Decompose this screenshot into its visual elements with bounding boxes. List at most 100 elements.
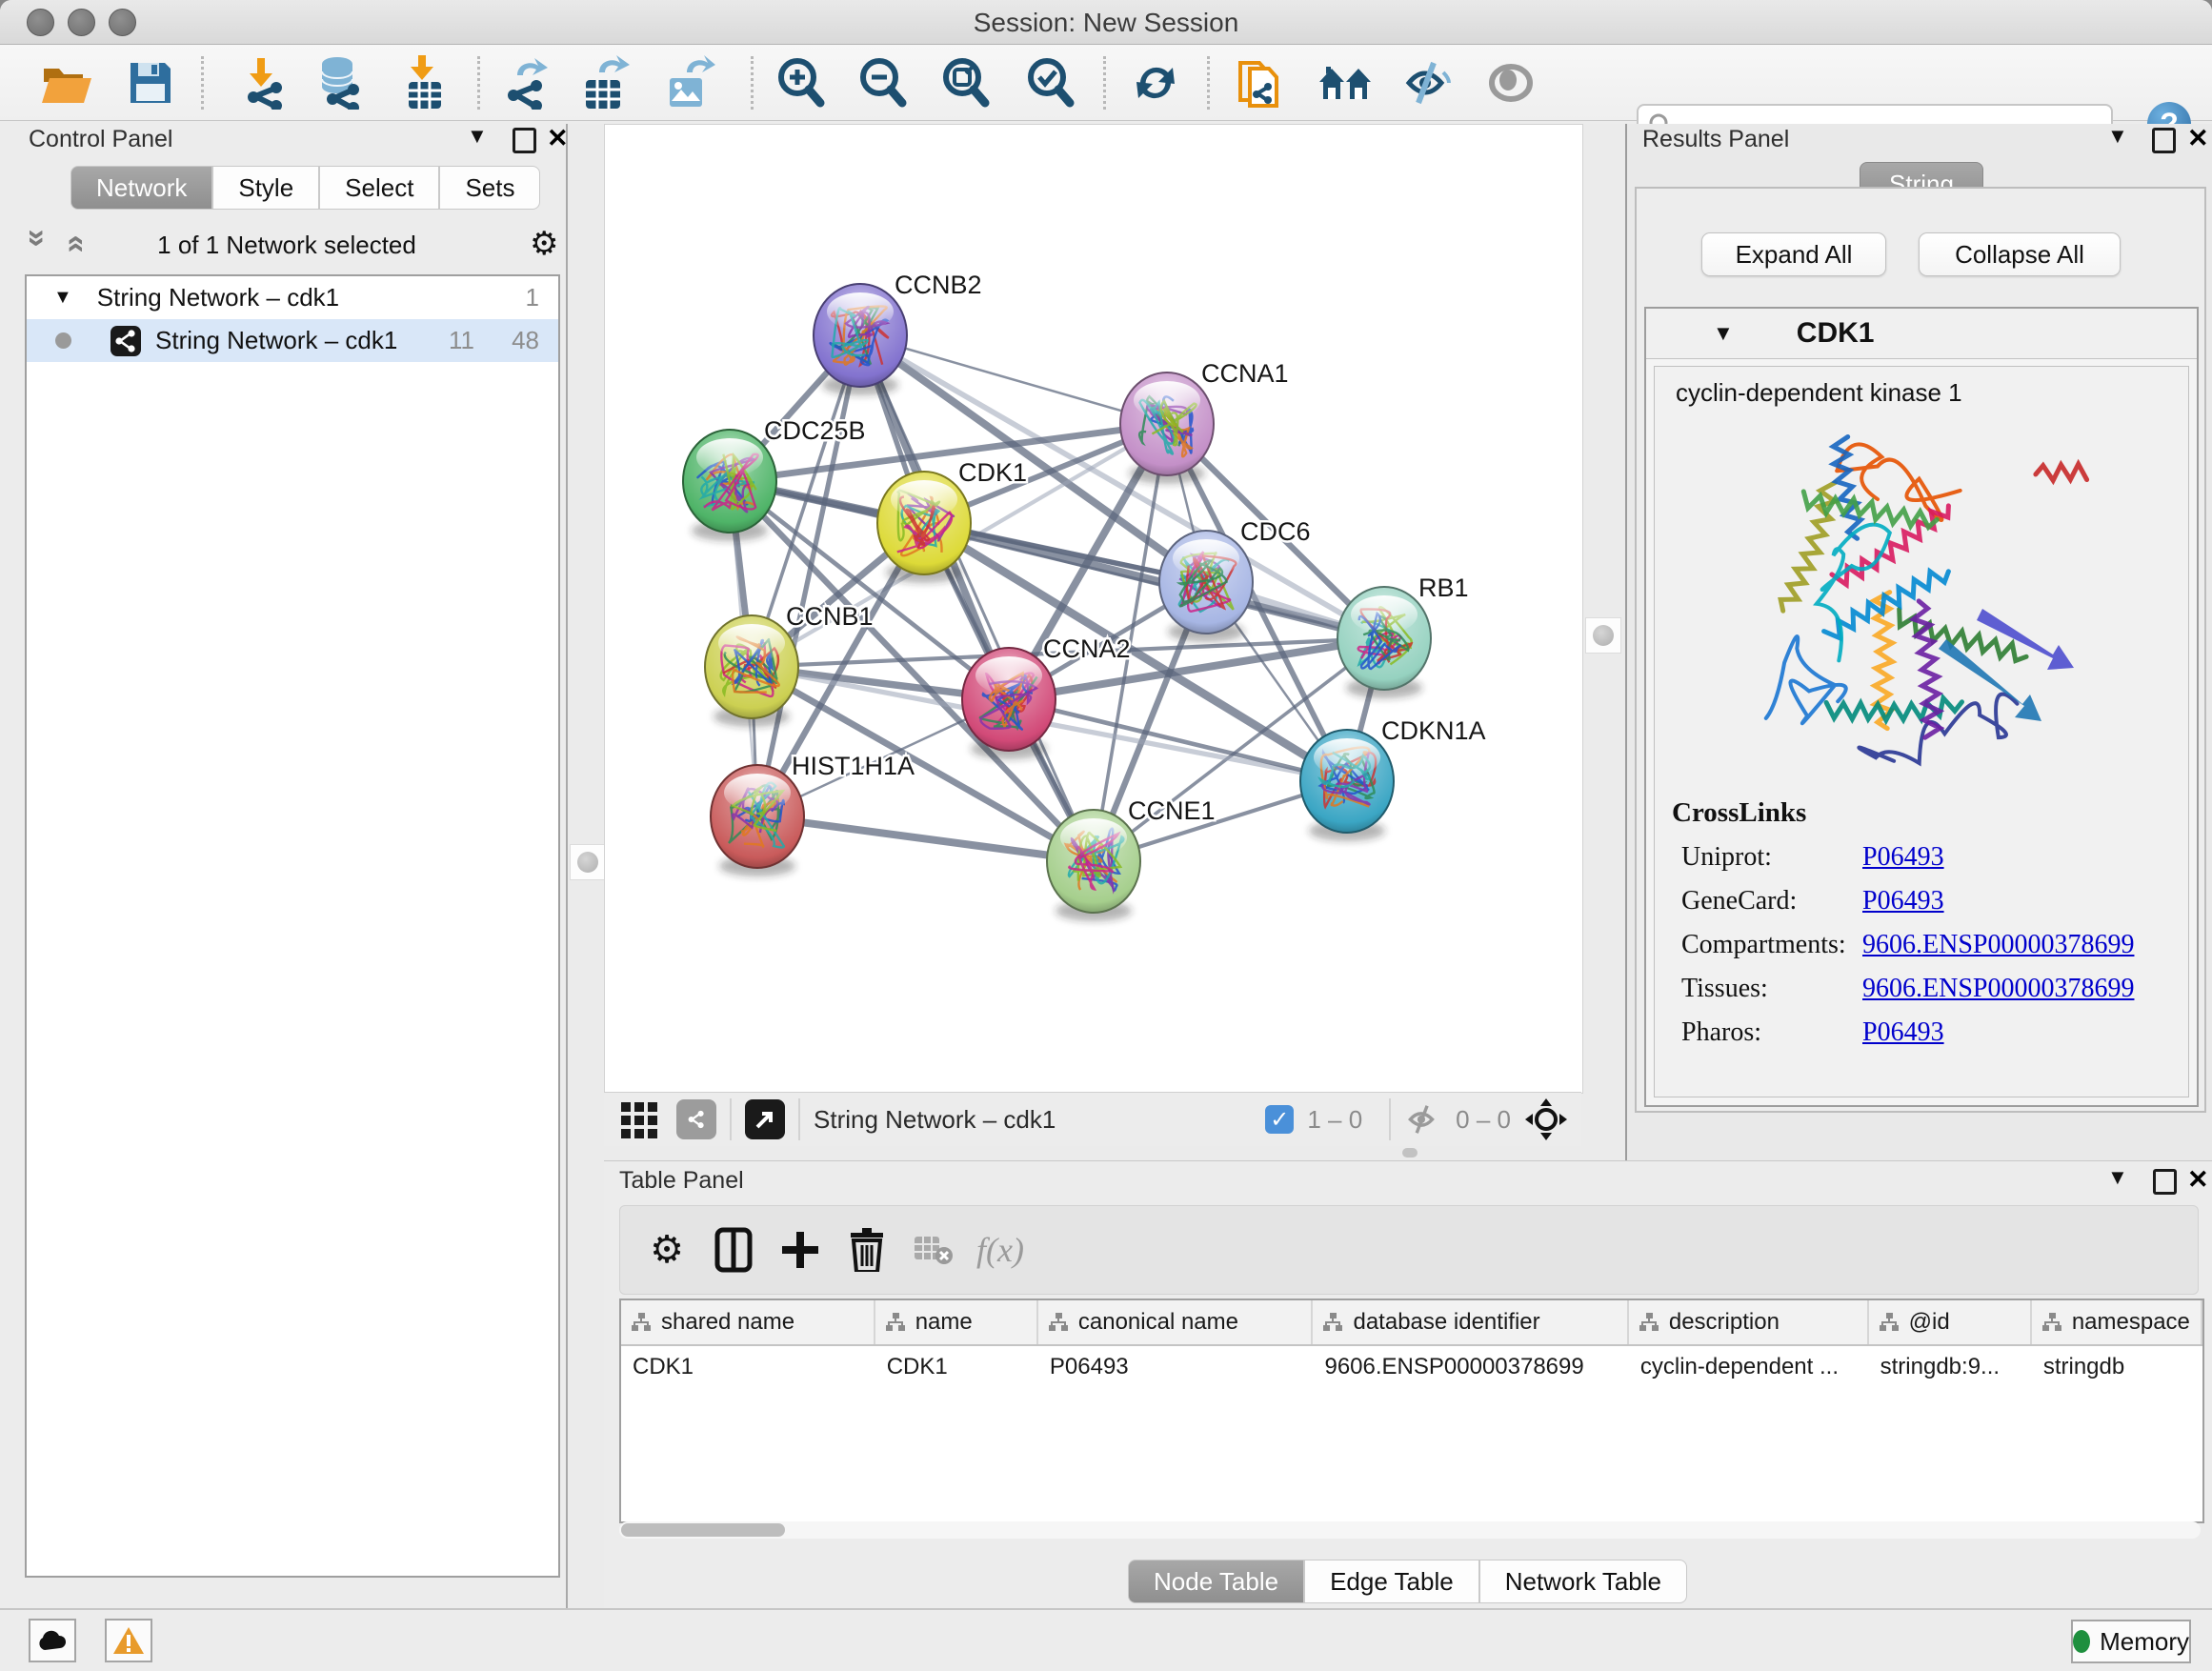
graph-node-CCNE1[interactable]: CCNE1 — [1047, 796, 1216, 921]
graph-node-CDKN1A[interactable]: CDKN1A — [1300, 716, 1486, 841]
section-collapse-icon[interactable]: ▼ — [1713, 321, 1734, 346]
left-splitter[interactable] — [566, 124, 606, 1608]
results-panel-float-button[interactable]: ▼ — [2107, 124, 2128, 149]
left-splitter-collapse-handle[interactable] — [570, 844, 606, 880]
crosslink-link[interactable]: 9606.ENSP00000378699 — [1862, 930, 2134, 960]
graph-node-CCNA2[interactable]: CCNA2 — [962, 634, 1131, 759]
table-panel-float-button[interactable]: ▼ — [2107, 1165, 2128, 1190]
export-image-button[interactable] — [660, 54, 719, 111]
table-row[interactable]: CDK1CDK1P064939606.ENSP00000378699cyclin… — [621, 1346, 2202, 1388]
collection-count: 1 — [526, 283, 539, 312]
hide-graphics-button[interactable] — [1398, 54, 1458, 111]
create-column-icon[interactable] — [767, 1230, 834, 1270]
column-header-name[interactable]: name — [875, 1300, 1038, 1344]
control-panel-float-button[interactable]: ▼ — [467, 124, 488, 149]
zoom-in-button[interactable] — [771, 54, 830, 111]
table-cell[interactable]: cyclin-dependent ... — [1629, 1346, 1869, 1388]
tab-edge-table[interactable]: Edge Table — [1304, 1560, 1479, 1603]
open-session-button[interactable] — [37, 54, 96, 111]
clone-network-button[interactable] — [1230, 54, 1289, 111]
network-share-view-icon[interactable] — [676, 1099, 716, 1139]
network-collection-row[interactable]: ▼ String Network – cdk1 1 — [27, 276, 558, 319]
gene-section-header[interactable]: ▼ CDK1 — [1646, 309, 2197, 359]
crosslink-link[interactable]: P06493 — [1862, 1017, 1944, 1048]
birds-eye-view-icon[interactable] — [1524, 1097, 1568, 1141]
column-header-canonical-name[interactable]: canonical name — [1038, 1300, 1314, 1344]
network-selection-status: 1 of 1 Network selected — [8, 231, 566, 260]
export-network-button[interactable] — [495, 54, 554, 111]
table-panel-maximize-button[interactable] — [2153, 1169, 2177, 1199]
crosslink-link[interactable]: P06493 — [1862, 842, 1944, 873]
tab-select[interactable]: Select — [319, 166, 439, 210]
graph-node-HIST1H1A[interactable]: HIST1H1A — [711, 752, 915, 876]
crosslink-link[interactable]: P06493 — [1862, 886, 1944, 916]
table-cell[interactable]: CDK1 — [875, 1346, 1038, 1388]
table-options-gear-icon[interactable]: ⚙ — [633, 1228, 700, 1272]
table-horizontal-scrollbar[interactable] — [619, 1521, 2201, 1539]
column-header-namespace[interactable]: namespace — [2032, 1300, 2202, 1344]
import-table-button[interactable] — [395, 54, 454, 111]
show-columns-icon[interactable] — [700, 1227, 767, 1273]
column-header-database-identifier[interactable]: database identifier — [1313, 1300, 1628, 1344]
table-cell[interactable]: stringdb:9... — [1869, 1346, 2032, 1388]
tab-network[interactable]: Network — [70, 166, 212, 210]
node-label-CCNE1: CCNE1 — [1128, 796, 1216, 825]
tab-network-table[interactable]: Network Table — [1479, 1560, 1687, 1603]
network-canvas[interactable]: CCNB2CCNA1CDC25BCDK1CDC6RB1CCNB1CCNA2CDK… — [604, 124, 1583, 1094]
right-splitter-collapse-handle[interactable] — [1585, 617, 1621, 654]
node-label-CDKN1A: CDKN1A — [1381, 716, 1486, 745]
warnings-button[interactable] — [105, 1619, 152, 1662]
column-type-icon — [2041, 1312, 2062, 1333]
apply-layout-button[interactable] — [1126, 54, 1185, 111]
cloud-status-button[interactable] — [29, 1619, 76, 1662]
table-tabs: Node TableEdge TableNetwork Table — [1128, 1560, 1687, 1603]
detach-view-button[interactable] — [745, 1099, 785, 1139]
results-panel-maximize-button[interactable] — [2152, 128, 2176, 158]
import-network-button[interactable] — [231, 54, 291, 111]
zoom-selected-button[interactable] — [1020, 54, 1079, 111]
collapse-all-button[interactable]: Collapse All — [1919, 232, 2121, 276]
expand-all-button[interactable]: Expand All — [1701, 232, 1886, 276]
crosslink-link[interactable]: 9606.ENSP00000378699 — [1862, 974, 2134, 1004]
presentation-mode-button[interactable] — [1481, 54, 1540, 111]
column-header-description[interactable]: description — [1629, 1300, 1869, 1344]
selected-checkbox-icon[interactable]: ✓ — [1265, 1105, 1294, 1134]
graph-node-CCNB2[interactable]: CCNB2 — [814, 271, 982, 395]
import-network-from-database-button[interactable] — [308, 54, 367, 111]
network-options-gear-icon[interactable]: ⚙ — [530, 225, 558, 263]
tab-node-table[interactable]: Node Table — [1128, 1560, 1304, 1603]
import-database-icon — [312, 56, 363, 110]
results-panel-close-button[interactable]: ✕ — [2187, 124, 2209, 153]
table-panel-close-button[interactable]: ✕ — [2187, 1165, 2209, 1195]
tree-expand-icon[interactable]: ▼ — [53, 287, 72, 309]
table-cell[interactable]: P06493 — [1038, 1346, 1314, 1388]
memory-button[interactable]: Memory — [2071, 1620, 2191, 1663]
graph-node-RB1[interactable]: RB1 — [1337, 574, 1469, 698]
column-header-shared-name[interactable]: shared name — [621, 1300, 875, 1344]
zoom-fit-button[interactable] — [935, 54, 995, 111]
tab-sets[interactable]: Sets — [439, 166, 540, 210]
export-table-button[interactable] — [575, 54, 634, 111]
open-folder-icon — [40, 59, 93, 107]
network-row-selected[interactable]: String Network – cdk1 11 48 — [27, 319, 558, 362]
table-cell[interactable]: 9606.ENSP00000378699 — [1313, 1346, 1628, 1388]
graph-node-CCNA1[interactable]: CCNA1 — [1120, 359, 1289, 484]
toolbar-separator — [201, 56, 204, 110]
bottom-splitter-handle[interactable] — [1402, 1148, 1418, 1158]
node-table[interactable]: shared namenamecanonical namedatabase id… — [619, 1299, 2204, 1523]
table-cell[interactable]: CDK1 — [621, 1346, 875, 1388]
column-header-@id[interactable]: @id — [1869, 1300, 2032, 1344]
zoom-out-button[interactable] — [853, 54, 912, 111]
string-home-button[interactable] — [1316, 54, 1375, 111]
string-network-graph[interactable]: CCNB2CCNA1CDC25BCDK1CDC6RB1CCNB1CCNA2CDK… — [605, 125, 1582, 1093]
table-cell[interactable]: stringdb — [2032, 1346, 2202, 1388]
tab-style[interactable]: Style — [212, 166, 319, 210]
bottom-splitter[interactable] — [604, 1145, 1581, 1160]
scrollbar-thumb[interactable] — [621, 1523, 785, 1537]
control-panel-maximize-button[interactable] — [513, 128, 536, 158]
graph-node-CDC25B[interactable]: CDC25B — [683, 416, 866, 541]
delete-column-icon[interactable] — [834, 1228, 900, 1272]
right-splitter[interactable] — [1581, 124, 1625, 1160]
save-session-button[interactable] — [121, 54, 180, 111]
grid-thumbnails-icon[interactable] — [619, 1098, 661, 1140]
